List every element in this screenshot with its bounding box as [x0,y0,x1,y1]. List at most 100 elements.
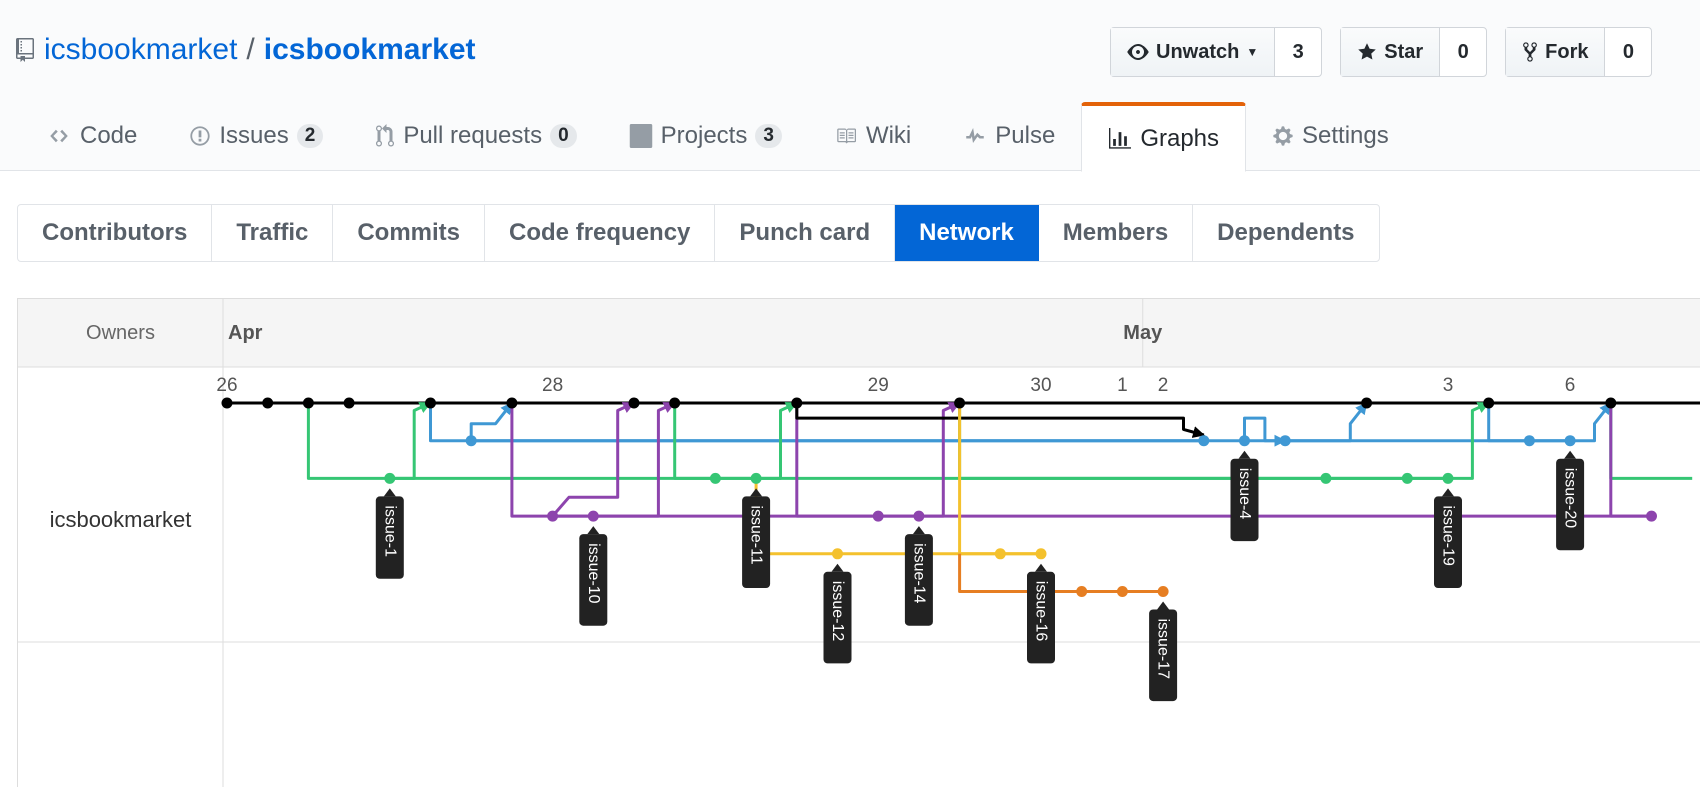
commit-dot[interactable] [1442,472,1454,484]
network-graph[interactable]: Apr May 26 28 29 30 1 2 3 6 issue-1 issue-10 issue-1… [17,298,1700,787]
issue-icon [190,126,210,146]
commit-dot[interactable] [1483,397,1495,409]
commit-dot[interactable] [750,472,762,484]
tab-pull-requests[interactable]: Pull requests 0 [349,102,602,170]
subnav-dependents[interactable]: Dependents [1193,205,1378,261]
commit-dot[interactable] [994,548,1006,560]
commit-dot[interactable] [384,472,396,484]
commit-dot[interactable] [1239,435,1250,447]
branch-label[interactable]: issue-20 [1562,468,1579,529]
repo-owner-link[interactable]: icsbookmarket [44,30,237,70]
branch-edge-green [389,401,432,480]
forks-count[interactable]: 0 [1605,28,1651,76]
tab-projects[interactable]: Projects 3 [603,102,808,170]
subnav-traffic[interactable]: Traffic [212,205,334,261]
commit-dot[interactable] [669,397,681,409]
commit-dot[interactable] [343,397,355,409]
commit-dot[interactable] [302,397,314,409]
commit-dot[interactable] [1646,510,1657,522]
commit-dot[interactable] [1605,397,1617,409]
stars-count[interactable]: 0 [1440,28,1486,76]
star-icon [1358,43,1376,60]
branch-label[interactable]: issue-12 [829,581,846,642]
commit-dot[interactable] [954,397,966,409]
watchers-count[interactable]: 3 [1275,28,1321,76]
fork-icon [1523,42,1538,62]
tab-issues-label: Issues [219,122,289,149]
commit-dot[interactable] [506,397,518,409]
commit-dot[interactable] [832,548,843,560]
tab-pulse-label: Pulse [995,122,1056,149]
branch-label-pointer [1157,601,1170,610]
commit-dot[interactable] [425,397,436,409]
commit-dot[interactable] [221,397,233,409]
branch-label[interactable]: issue-4 [1236,468,1253,520]
commit-dot[interactable] [1035,548,1047,560]
network-header-band [18,299,1700,367]
commit-dot[interactable] [872,510,884,522]
unwatch-label: Unwatch [1156,40,1240,63]
fork-button-group: Fork 0 [1505,27,1653,77]
commit-dot[interactable] [1076,586,1088,597]
branch-label-pointer [912,526,925,535]
commit-dot[interactable] [1361,397,1373,409]
branch-label[interactable]: issue-17 [1155,619,1172,680]
commit-dot[interactable] [1157,586,1169,597]
fork-label: Fork [1545,40,1589,63]
tab-projects-label: Projects [660,122,748,149]
subnav-punch-card[interactable]: Punch card [715,205,896,261]
tab-issues[interactable]: Issues 2 [163,102,349,170]
unwatch-button[interactable]: Unwatch ▼ [1111,28,1276,76]
tab-pulse[interactable]: Pulse [937,102,1081,170]
network-graph-canvas[interactable]: Apr May 26 28 29 30 1 2 3 6 issue-1 issue-10 issue-1… [18,299,1700,787]
branch-label-pointer [831,563,844,572]
branch-label[interactable]: issue-14 [910,543,927,604]
commit-dot[interactable] [628,397,640,409]
commit-dot[interactable] [262,397,274,409]
commit-dot[interactable] [1401,472,1413,484]
day-label: 1 [1117,375,1128,396]
day-label: 6 [1565,375,1576,396]
month-label: Apr [228,322,263,344]
branch-edge-purple [551,401,636,518]
project-icon [629,124,652,148]
commit-dot[interactable] [709,472,721,484]
branch-edge-purple [552,401,676,518]
star-label: Star [1384,40,1424,63]
commit-dot[interactable] [1523,435,1535,447]
star-button[interactable]: Star [1341,28,1441,76]
repo-actions: Unwatch ▼ 3 Star 0 Fork 0 [1110,27,1670,77]
tab-wiki[interactable]: Wiki [808,102,937,170]
subnav-contributors[interactable]: Contributors [18,205,213,261]
commit-dot[interactable] [587,510,599,522]
branch-label[interactable]: issue-10 [585,543,602,604]
commit-dot[interactable] [1564,435,1576,447]
branch-label[interactable]: issue-16 [1033,581,1050,642]
subnav-network[interactable]: Network [895,205,1039,261]
tab-code[interactable]: Code [20,102,163,170]
commit-dot[interactable] [1198,435,1210,447]
branch-label[interactable]: issue-1 [381,505,398,557]
branch-label-pointer [750,488,763,497]
repo-name-link[interactable]: icsbookmarket [264,30,476,70]
commit-dot[interactable] [547,510,559,522]
commit-dot[interactable] [465,435,477,447]
fork-button[interactable]: Fork [1506,28,1606,76]
pull-request-icon [376,124,395,147]
commit-dot[interactable] [1116,586,1128,597]
subnav-members[interactable]: Members [1039,205,1194,261]
subnav-code-frequency[interactable]: Code frequency [485,205,716,261]
commit-dot[interactable] [791,397,803,409]
owners-header: Owners [86,321,155,344]
branch-label[interactable]: issue-11 [748,505,765,564]
owner-name[interactable]: icsbookmarket [18,507,223,533]
commit-dot[interactable] [913,510,925,522]
commit-dot[interactable] [1320,472,1332,484]
subnav-commits[interactable]: Commits [333,205,486,261]
tab-settings[interactable]: Settings [1246,102,1415,170]
commit-dot[interactable] [1279,435,1291,447]
tab-wiki-label: Wiki [865,122,912,149]
branch-label[interactable]: issue-19 [1440,505,1457,566]
tab-graphs[interactable]: Graphs [1081,102,1247,172]
branch-label-pointer [1035,563,1047,572]
